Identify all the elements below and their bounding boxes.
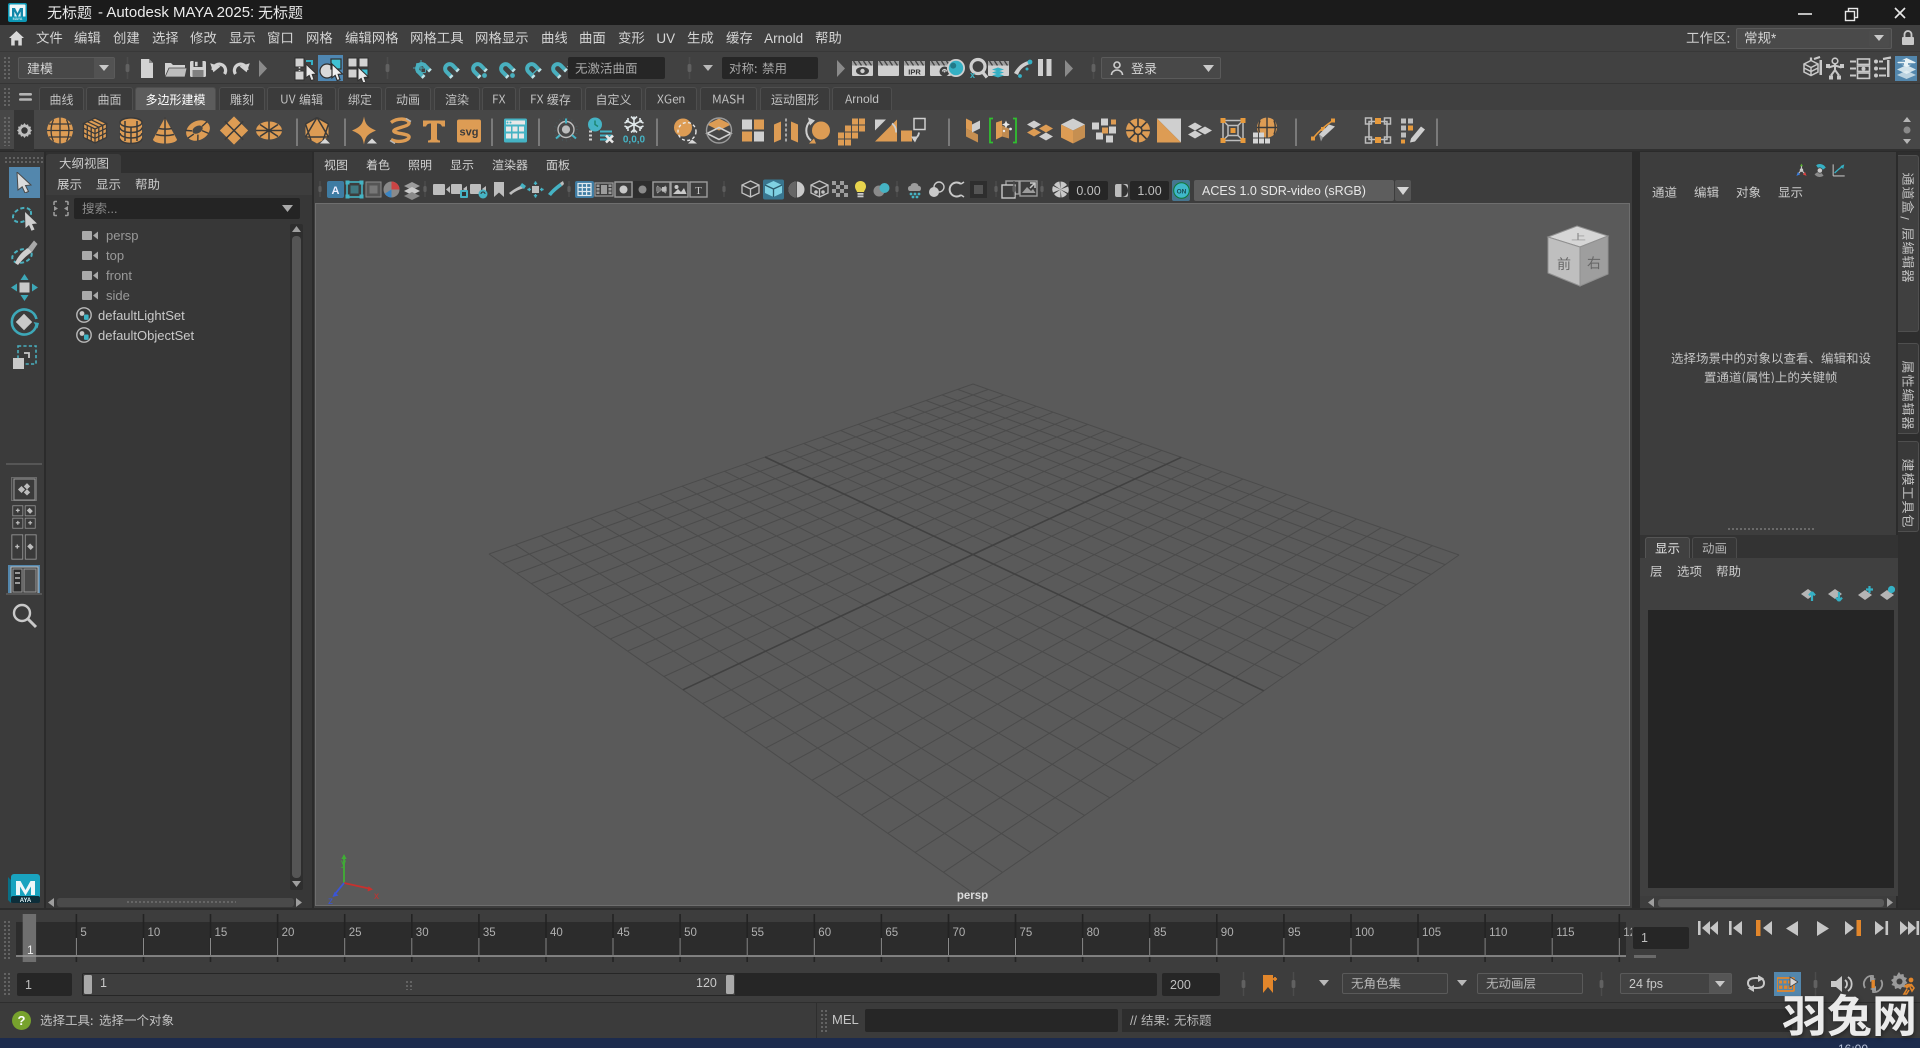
svg-text:T: T <box>695 185 702 197</box>
svg-text:MAYA: MAYA <box>13 17 23 21</box>
svg-text:AYA: AYA <box>20 898 32 904</box>
svg-text:0,0,0: 0,0,0 <box>623 135 646 146</box>
svg-text:IPR: IPR <box>908 68 921 77</box>
svg-text:y: y <box>341 858 346 869</box>
svg-text:A: A <box>332 185 340 197</box>
svg-text:ON: ON <box>1176 189 1186 196</box>
svg-text:x: x <box>970 70 975 80</box>
svg-text:svg: svg <box>460 127 479 139</box>
